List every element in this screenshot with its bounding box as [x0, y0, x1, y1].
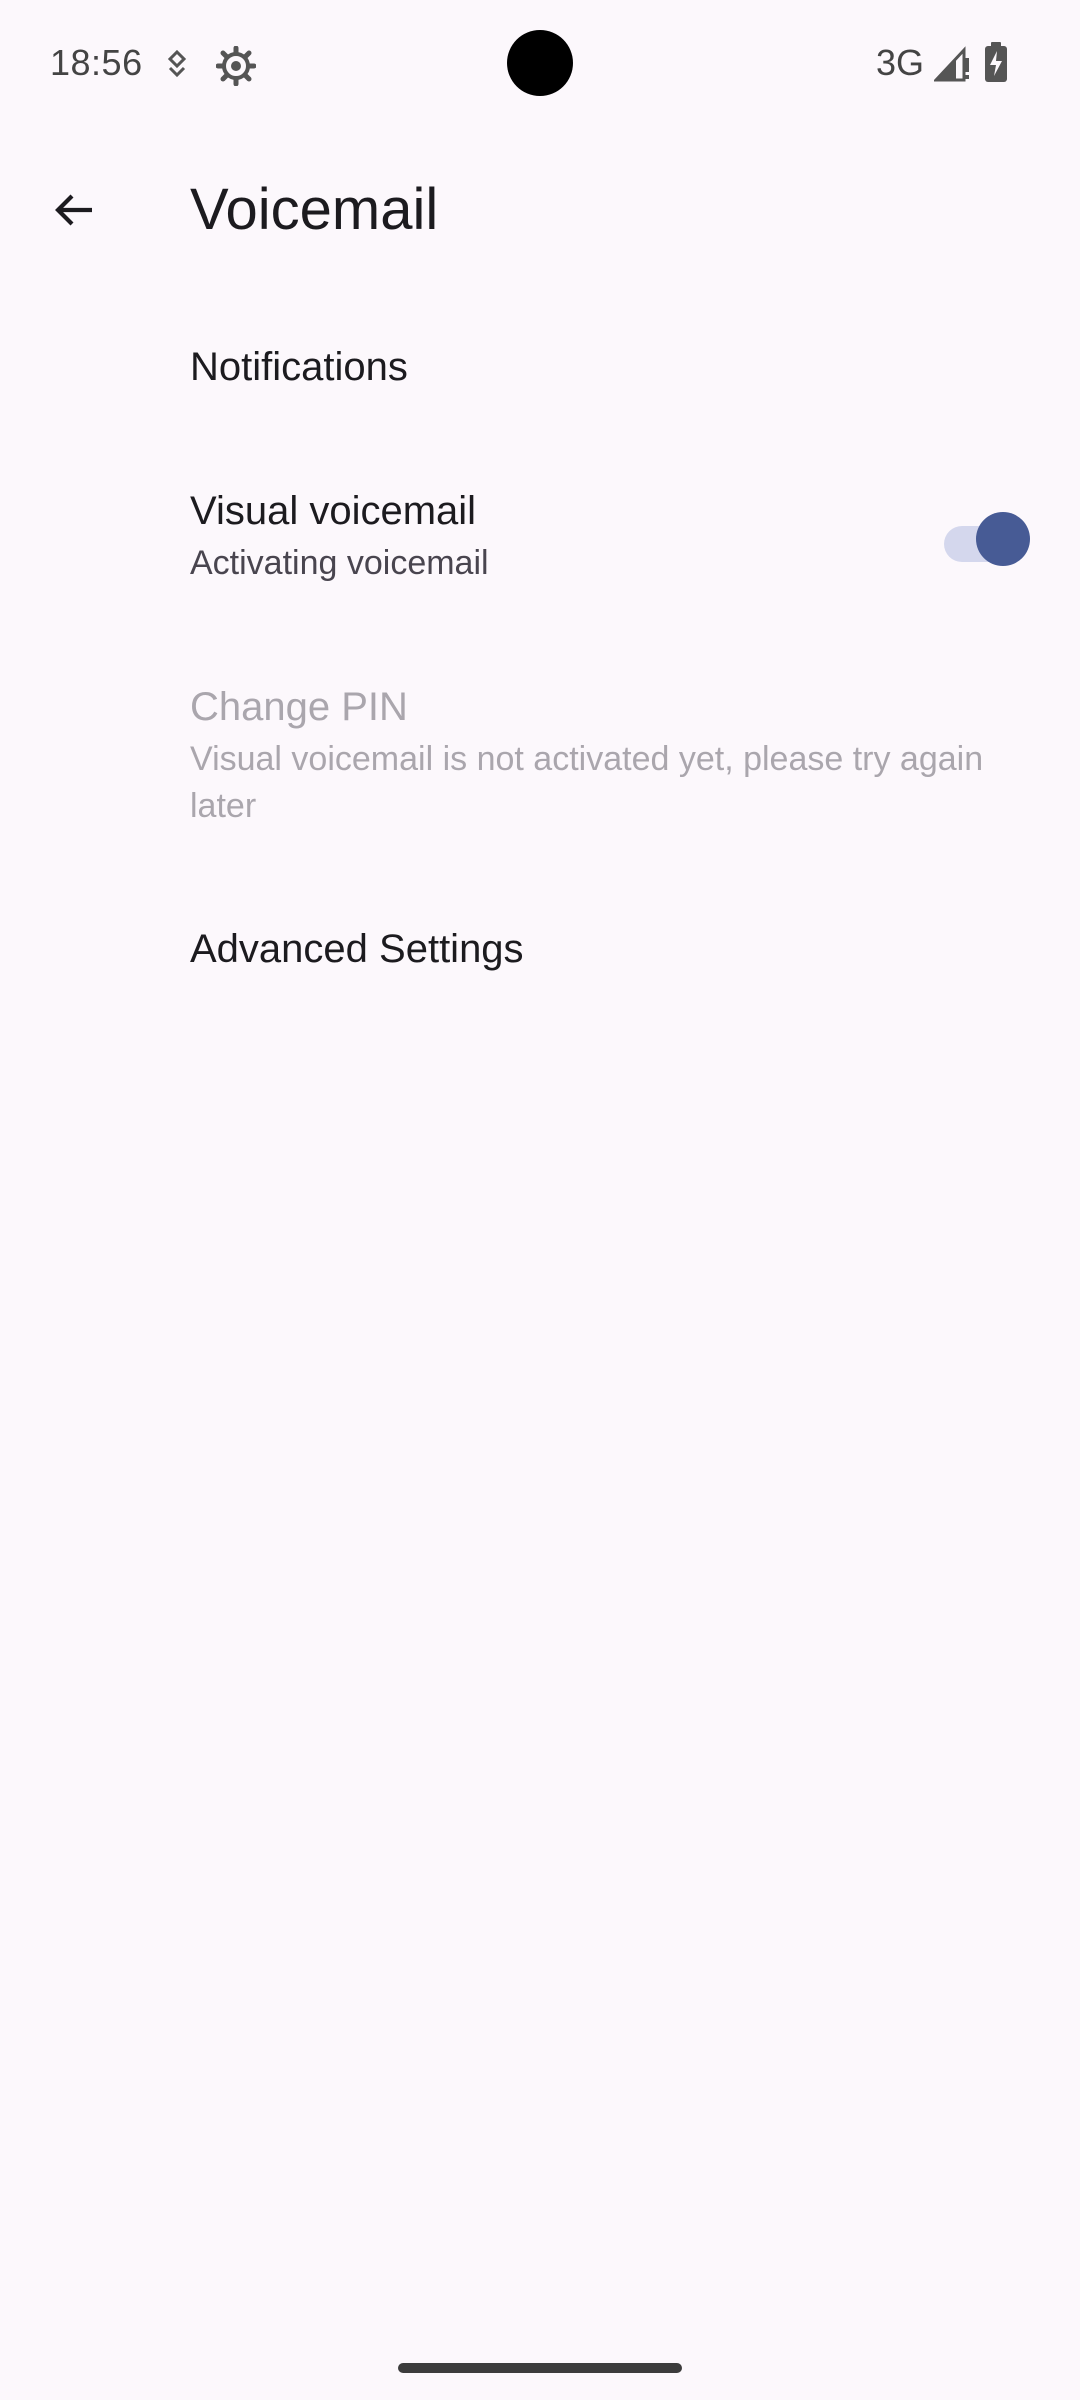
- camera-cutout: [507, 30, 573, 96]
- battery-charging-icon: [985, 42, 1007, 82]
- network-type-label: 3G: [876, 42, 925, 83]
- page-title: Voicemail: [190, 177, 439, 242]
- arrow-back-icon: [55, 194, 92, 226]
- pref-change-pin-title: Change PIN: [190, 685, 408, 729]
- gesture-handle[interactable]: [398, 2363, 682, 2373]
- pref-visual-voicemail[interactable]: Visual voicemail Activating voicemail: [190, 484, 910, 587]
- back-button[interactable]: [30, 150, 118, 270]
- app-bar: Voicemail: [0, 150, 1080, 270]
- pref-change-pin-summary: Visual voicemail is not activated yet, p…: [190, 740, 984, 825]
- download-notification-icon: [167, 50, 187, 78]
- pref-notifications-title: Notifications: [190, 345, 408, 389]
- visual-voicemail-switch[interactable]: [944, 512, 1030, 566]
- switch-thumb: [976, 512, 1030, 566]
- pref-notifications[interactable]: Notifications: [190, 340, 990, 394]
- signal-icon: [934, 46, 969, 82]
- settings-notification-icon: [216, 46, 256, 86]
- pref-visual-voicemail-summary: Activating voicemail: [190, 544, 489, 582]
- status-time: 18:56: [50, 42, 143, 83]
- pref-change-pin: Change PIN Visual voicemail is not activ…: [190, 680, 1010, 830]
- pref-advanced-settings[interactable]: Advanced Settings: [190, 922, 990, 976]
- status-bar: 18:56 3G: [0, 0, 1080, 130]
- pref-visual-voicemail-title: Visual voicemail: [190, 489, 477, 533]
- pref-advanced-settings-title: Advanced Settings: [190, 927, 524, 971]
